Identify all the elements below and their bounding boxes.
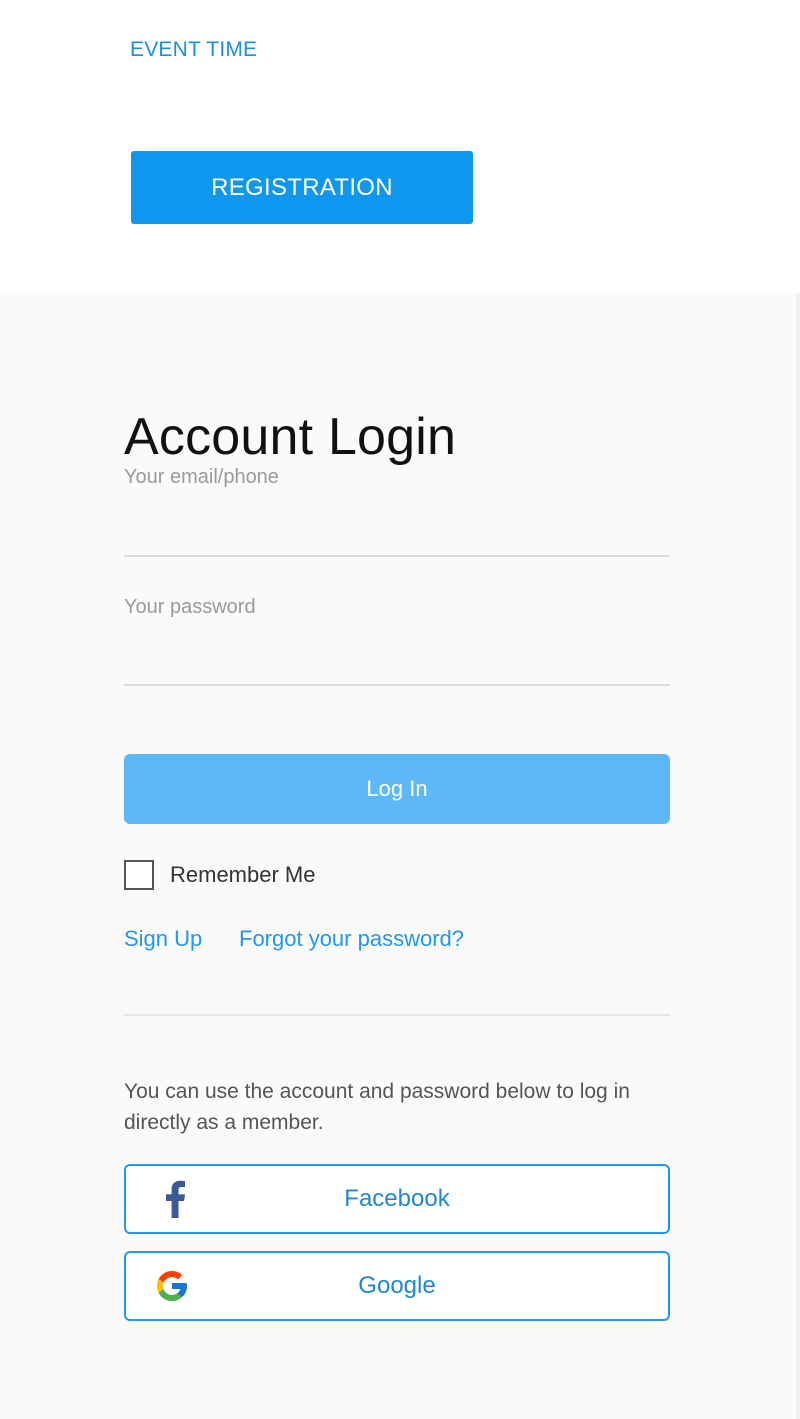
divider [124,1014,670,1016]
password-field[interactable] [124,644,670,686]
google-login-button[interactable]: Google [124,1251,670,1321]
email-label: Your email/phone [124,466,279,488]
remember-me-row: Remember Me [124,860,315,890]
page-title: Account Login [124,408,457,466]
event-time-link[interactable]: EVENT TIME [130,38,257,62]
remember-me-label: Remember Me [170,862,316,887]
facebook-button-label: Facebook [344,1185,450,1212]
remember-me-checkbox[interactable] [124,860,154,890]
password-label: Your password [124,596,256,618]
forgot-password-link[interactable]: Forgot your password? [239,926,464,952]
sign-up-link[interactable]: Sign Up [124,926,202,952]
facebook-login-button[interactable]: Facebook [124,1164,670,1234]
member-info-text: You can use the account and password bel… [124,1080,630,1134]
google-button-label: Google [358,1272,436,1299]
page: EVENT TIME REGISTRATION Account Login Yo… [0,0,800,1419]
registration-button[interactable]: REGISTRATION [131,151,473,224]
email-field[interactable] [124,515,670,557]
login-button[interactable]: Log In [124,754,670,824]
